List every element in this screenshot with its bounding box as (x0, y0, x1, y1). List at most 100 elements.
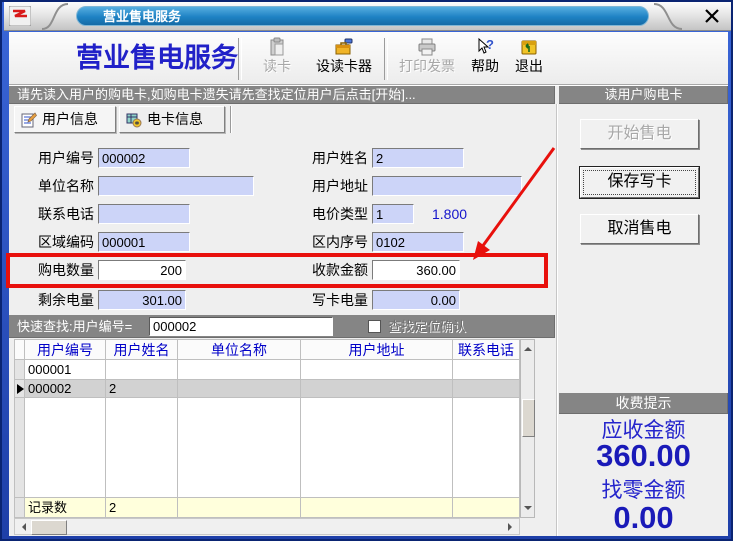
area-serial-field[interactable] (372, 232, 464, 252)
help-button[interactable]: ? 帮助 (466, 37, 504, 81)
tab-user-info[interactable]: 用户信息 (14, 106, 116, 133)
quick-search-input[interactable] (149, 317, 333, 336)
table-empty-area (15, 398, 520, 498)
current-row-arrow-icon (17, 384, 25, 394)
user-id-field[interactable] (98, 148, 190, 168)
user-name-field[interactable] (372, 148, 464, 168)
set-reader-label: 设读卡器 (312, 58, 376, 74)
user-table: 用户编号 用户姓名 单位名称 用户地址 联系电话 000001 000002 2 (14, 339, 520, 518)
change-amount-value: 0.00 (559, 500, 728, 536)
price-type-label: 电价类型 (296, 204, 368, 224)
svg-text:?: ? (486, 37, 494, 52)
payment-amount-field[interactable] (372, 260, 460, 280)
user-id-label: 用户编号 (22, 148, 94, 168)
remaining-power-label: 剩余电量 (22, 290, 94, 310)
status-message: 请先读入用户的购电卡,如购电卡遗失请先查找定位用户后点击[开始]... (9, 86, 555, 104)
price-rate-value: 1.800 (432, 204, 467, 224)
col-user-address[interactable]: 用户地址 (301, 339, 453, 360)
window-title-text: 营业售电服务 (103, 9, 181, 24)
tab-card-info-label: 电卡信息 (147, 107, 203, 132)
exit-folder-icon (519, 37, 539, 57)
panel-divider (556, 104, 557, 536)
tabstrip-divider (230, 106, 231, 133)
close-button[interactable] (703, 8, 721, 24)
scroll-left-icon[interactable] (18, 523, 26, 531)
table-header-row: 用户编号 用户姓名 单位名称 用户地址 联系电话 (15, 339, 520, 360)
col-user-id[interactable]: 用户编号 (25, 339, 106, 360)
contact-phone-label: 联系电话 (22, 204, 94, 224)
help-label: 帮助 (466, 58, 504, 74)
set-reader-button[interactable]: 设读卡器 (312, 37, 376, 81)
tab-user-info-label: 用户信息 (42, 107, 98, 132)
vertical-scrollbar[interactable] (520, 339, 535, 518)
table-footer-row: 记录数 2 (15, 498, 520, 518)
record-count-value: 2 (106, 498, 178, 518)
unit-name-label: 单位名称 (22, 176, 94, 196)
user-address-field[interactable] (372, 176, 522, 196)
clipboard-icon (267, 37, 287, 57)
cell-user-address (301, 360, 453, 380)
unit-name-field[interactable] (98, 176, 254, 196)
cell-unit-name (178, 380, 301, 398)
horizontal-scroll-thumb[interactable] (31, 520, 67, 535)
cell-user-id: 000001 (25, 360, 106, 380)
exit-button[interactable]: 退出 (510, 37, 548, 81)
write-card-power-label: 写卡电量 (296, 290, 368, 310)
exit-label: 退出 (510, 58, 548, 74)
save-write-card-button[interactable]: 保存写卡 (580, 167, 699, 198)
receivable-amount-value: 360.00 (559, 438, 728, 474)
row-indicator-header (15, 339, 25, 360)
printer-icon (417, 37, 437, 57)
cell-user-id: 000002 (25, 380, 106, 398)
right-panel-header: 读用户购电卡 (559, 86, 728, 104)
read-card-label: 读卡 (248, 58, 306, 74)
vertical-scroll-thumb[interactable] (522, 399, 535, 437)
scroll-right-icon[interactable] (508, 523, 516, 531)
record-count-label: 记录数 (25, 498, 106, 518)
tab-card-info[interactable]: 电卡信息 (119, 106, 225, 133)
purchase-qty-field[interactable] (98, 260, 186, 280)
cell-user-name: 2 (106, 380, 178, 398)
row-indicator-cell (15, 360, 25, 380)
user-info-icon (21, 112, 37, 128)
quick-search-label: 快速查找:用户编号= (17, 315, 132, 338)
table-row[interactable]: 000001 (15, 360, 520, 380)
print-invoice-label: 打印发票 (394, 58, 460, 74)
price-type-field[interactable] (372, 204, 414, 224)
locate-confirm-label: 查找定位确认 (388, 315, 466, 338)
user-name-label: 用户姓名 (296, 148, 368, 168)
help-cursor-icon: ? (475, 37, 495, 57)
charge-notice-header: 收费提示 (559, 393, 728, 414)
print-invoice-button: 打印发票 (394, 37, 460, 81)
cancel-sale-button[interactable]: 取消售电 (580, 214, 699, 244)
titlebar-title: 营业售电服务 (76, 6, 649, 26)
write-card-power-field[interactable] (372, 290, 460, 310)
cell-unit-name (178, 360, 301, 380)
scroll-up-icon[interactable] (524, 343, 532, 351)
horizontal-scrollbar[interactable] (14, 518, 520, 535)
cell-contact-phone (453, 360, 520, 380)
row-indicator-cell (15, 380, 25, 398)
area-serial-label: 区内序号 (296, 232, 368, 252)
payment-amount-label: 收款金额 (296, 260, 368, 280)
area-code-field[interactable] (98, 232, 190, 252)
card-info-icon (126, 112, 142, 128)
purchase-qty-label: 购电数量 (22, 260, 94, 280)
col-unit-name[interactable]: 单位名称 (178, 339, 301, 360)
user-address-label: 用户地址 (296, 176, 368, 196)
cell-user-name (106, 360, 178, 380)
table-row-selected[interactable]: 000002 2 (15, 380, 520, 398)
col-user-name[interactable]: 用户姓名 (106, 339, 178, 360)
app-logo-icon (9, 6, 31, 26)
read-card-button: 读卡 (248, 37, 306, 81)
toolbar-separator (384, 38, 388, 80)
window-titlebar: 营业售电服务 (4, 2, 733, 31)
locate-confirm-checkbox[interactable] (368, 320, 381, 333)
col-contact-phone[interactable]: 联系电话 (453, 339, 520, 360)
toolbar-separator (238, 38, 242, 80)
cell-contact-phone (453, 380, 520, 398)
start-sale-button: 开始售电 (580, 119, 699, 149)
contact-phone-field[interactable] (98, 204, 190, 224)
remaining-power-field[interactable] (98, 290, 186, 310)
scroll-down-icon[interactable] (524, 506, 532, 514)
